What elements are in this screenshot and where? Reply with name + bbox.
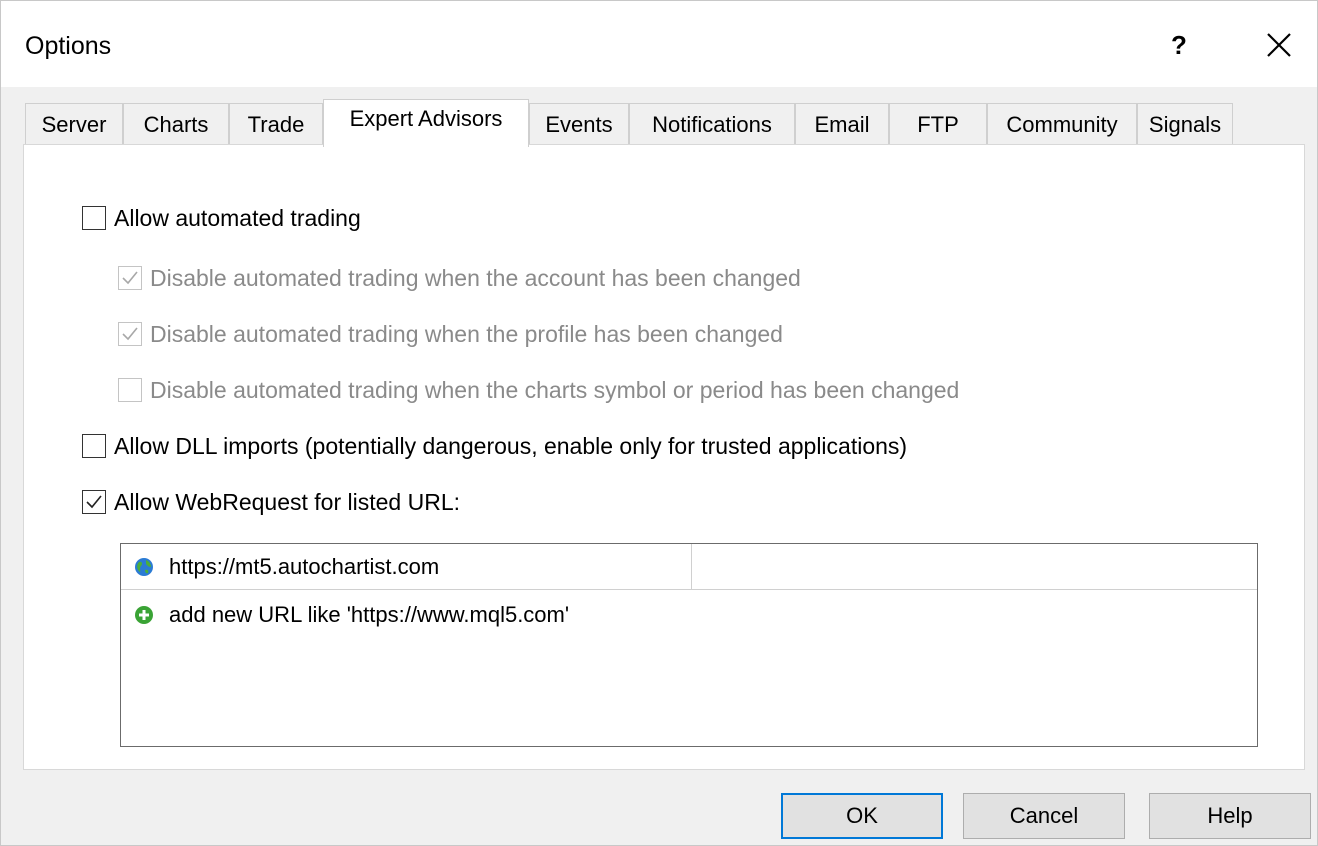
allow-webrequest-label: Allow WebRequest for listed URL: <box>114 489 460 515</box>
options-dialog: Options ? Server Charts Trade Expert Adv… <box>0 0 1318 846</box>
url-text: https://mt5.autochartist.com <box>169 553 440 579</box>
expert-advisors-panel: Allow automated trading Disable automate… <box>23 144 1305 770</box>
add-url-row[interactable]: add new URL like 'https://www.mql5.com' <box>121 592 1257 638</box>
help-button[interactable]: Help <box>1149 793 1311 839</box>
tab-trade[interactable]: Trade <box>229 103 323 147</box>
tab-email[interactable]: Email <box>795 103 889 147</box>
tab-ftp[interactable]: FTP <box>889 103 987 147</box>
tab-signals[interactable]: Signals <box>1137 103 1233 147</box>
disable-symbol-changed-checkbox <box>118 378 142 402</box>
add-url-placeholder: add new URL like 'https://www.mql5.com' <box>169 602 570 627</box>
allow-webrequest-option[interactable]: Allow WebRequest for listed URL: <box>82 487 460 517</box>
allow-automated-trading-option[interactable]: Allow automated trading <box>82 203 361 233</box>
tab-strip: Server Charts Trade Expert Advisors Even… <box>25 99 1305 147</box>
tab-notifications[interactable]: Notifications <box>629 103 795 147</box>
tab-community[interactable]: Community <box>987 103 1137 147</box>
disable-account-changed-checkbox <box>118 266 142 290</box>
title-bar: Options ? <box>1 1 1317 87</box>
globe-icon <box>133 556 155 578</box>
url-list-item[interactable]: https://mt5.autochartist.com <box>121 544 1257 590</box>
column-separator <box>691 544 692 590</box>
cancel-button[interactable]: Cancel <box>963 793 1125 839</box>
allow-webrequest-checkbox[interactable] <box>82 490 106 514</box>
disable-account-changed-option: Disable automated trading when the accou… <box>118 263 801 293</box>
disable-symbol-changed-option: Disable automated trading when the chart… <box>118 375 959 405</box>
tab-expert-advisors[interactable]: Expert Advisors <box>323 99 529 147</box>
disable-profile-changed-option: Disable automated trading when the profi… <box>118 319 783 349</box>
allow-dll-imports-option[interactable]: Allow DLL imports (potentially dangerous… <box>82 431 907 461</box>
disable-account-changed-label: Disable automated trading when the accou… <box>150 265 801 291</box>
tab-server[interactable]: Server <box>25 103 123 147</box>
allow-automated-trading-label: Allow automated trading <box>114 205 361 231</box>
tab-charts[interactable]: Charts <box>123 103 229 147</box>
allow-dll-imports-checkbox[interactable] <box>82 434 106 458</box>
close-icon[interactable] <box>1257 23 1301 67</box>
dialog-title: Options <box>25 32 112 60</box>
ok-button[interactable]: OK <box>781 793 943 839</box>
add-circle-icon <box>133 604 155 626</box>
disable-symbol-changed-label: Disable automated trading when the chart… <box>150 377 960 403</box>
disable-profile-changed-checkbox <box>118 322 142 346</box>
tab-events[interactable]: Events <box>529 103 629 147</box>
disable-profile-changed-label: Disable automated trading when the profi… <box>150 321 783 347</box>
url-list[interactable]: https://mt5.autochartist.com add new URL… <box>120 543 1258 747</box>
allow-dll-imports-label: Allow DLL imports (potentially dangerous… <box>114 433 908 459</box>
allow-automated-trading-checkbox[interactable] <box>82 206 106 230</box>
help-question-icon[interactable]: ? <box>1159 23 1199 67</box>
